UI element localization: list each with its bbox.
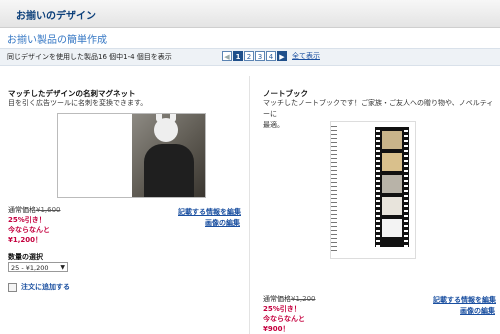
chevron-left-icon[interactable]: ◀ (222, 51, 232, 61)
page-4-button[interactable]: 4 (266, 51, 276, 61)
description-line-1: マッチしたノートブックです！ご家族・ご友人への贈り物や、ノベルティーに (263, 99, 494, 118)
column-divider (249, 76, 250, 334)
film-strip (375, 127, 409, 247)
add-to-order-checkbox[interactable] (8, 282, 17, 292)
edit-image-link-notebook[interactable]: 画像の編集 (460, 306, 495, 316)
pagination: ◀ 1 2 3 4 ▶ 全て表示 (222, 51, 320, 61)
price-new: ¥900！ (263, 325, 290, 333)
price-new: ¥1,200！ (8, 236, 43, 244)
spiral-binding (331, 126, 337, 254)
chevron-down-icon: ▼ (60, 264, 65, 271)
edit-image-link-magnet[interactable]: 画像の編集 (205, 218, 240, 228)
edit-info-link-magnet[interactable]: 記載する情報を編集 (178, 207, 241, 217)
results-toolbar: 同じデザインを使用した製品16 個中1-4 個目を表示 ◀ 1 2 3 4 ▶ … (0, 48, 500, 66)
price-block-magnet: 通常価格¥1,600 25%引き！ 今ならなんと ¥1,200！ (8, 205, 61, 245)
notebook-preview-image[interactable] (330, 121, 416, 259)
price-block-notebook: 通常価格¥1,200 25%引き！ 今ならなんと ¥900！ (263, 294, 316, 334)
page-title: お揃いのデザイン (16, 11, 96, 22)
show-all-link[interactable]: 全て表示 (292, 51, 320, 61)
add-to-order[interactable]: 注文に追加する (8, 282, 70, 292)
page-1-button[interactable]: 1 (233, 51, 243, 61)
magnet-preview-image[interactable] (57, 113, 206, 198)
price-label: 通常価格 (263, 295, 291, 303)
section-subtitle: お揃い製品の簡単作成 (7, 35, 107, 46)
add-to-order-label[interactable]: 注文に追加する (21, 282, 70, 292)
quantity-selected-value: 25 - ¥1,200 (11, 264, 49, 272)
results-count: 同じデザインを使用した製品16 個中1-4 個目を表示 (7, 53, 172, 61)
page-3-button[interactable]: 3 (255, 51, 265, 61)
product-photo (132, 114, 205, 197)
product-description-magnet: 目を引く広告ツールに名刺を変換できます。 (8, 99, 148, 107)
price-old: ¥1,200 (291, 295, 316, 303)
price-label: 通常価格 (8, 206, 36, 214)
price-old: ¥1,600 (36, 206, 61, 214)
page-header: お揃いのデザイン (0, 0, 500, 28)
page-2-button[interactable]: 2 (244, 51, 254, 61)
now-text: 今ならなんと (263, 315, 305, 323)
quantity-select[interactable]: 25 - ¥1,200 ▼ (8, 262, 68, 272)
discount-text: 25%引き！ (263, 305, 301, 313)
quantity-label: 数量の選択 (8, 253, 43, 261)
chevron-right-icon[interactable]: ▶ (277, 51, 287, 61)
discount-text: 25%引き！ (8, 216, 46, 224)
now-text: 今ならなんと (8, 226, 50, 234)
edit-info-link-notebook[interactable]: 記載する情報を編集 (433, 295, 496, 305)
